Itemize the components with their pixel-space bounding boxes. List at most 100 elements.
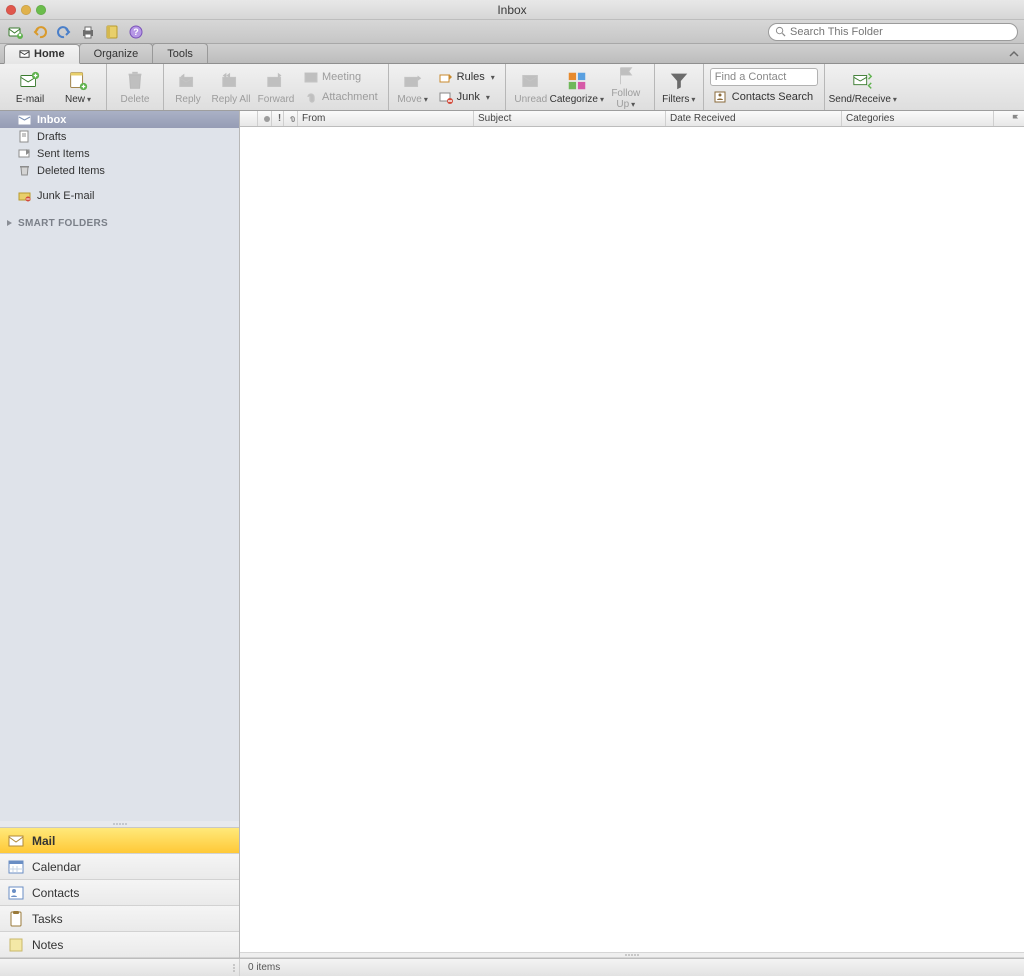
col-flag[interactable]	[994, 111, 1024, 126]
folder-sent[interactable]: Sent Items	[0, 145, 239, 162]
junk-icon	[439, 90, 453, 104]
disclosure-triangle-icon	[6, 219, 14, 227]
help-qat-button[interactable]: ?	[126, 23, 146, 41]
meeting-icon	[304, 70, 318, 84]
nav-contacts-label: Contacts	[32, 886, 79, 900]
junk-button-label: Junk	[457, 91, 480, 103]
ribbon-group-filter: Filters▾	[655, 64, 704, 110]
tab-home[interactable]: Home	[4, 44, 80, 64]
forward-icon	[265, 70, 287, 92]
folder-deleted-label: Deleted Items	[37, 165, 105, 177]
smart-folders-header[interactable]: SMART FOLDERS	[0, 214, 239, 232]
col-subject[interactable]: Subject	[474, 111, 666, 126]
contacts-search-button[interactable]: Contacts Search	[710, 88, 818, 106]
nav-tasks[interactable]: Tasks	[0, 906, 239, 932]
col-date-label: Date Received	[670, 113, 736, 124]
chevron-up-icon	[1009, 49, 1019, 59]
print-icon	[80, 24, 96, 40]
reply-all-button-label: Reply All	[212, 94, 251, 105]
undo-qat-button[interactable]	[30, 23, 50, 41]
unread-button[interactable]: Unread	[510, 66, 552, 108]
col-priority[interactable]: !	[272, 111, 284, 126]
folder-search-input[interactable]	[790, 26, 1011, 38]
window-controls	[6, 5, 46, 15]
tasks-nav-icon	[8, 911, 24, 927]
navigation-switcher: Mail Calendar Contacts Tasks Notes	[0, 827, 239, 958]
folder-search[interactable]	[768, 23, 1018, 41]
contacts-nav-icon	[8, 885, 24, 901]
categorize-button[interactable]: Categorize▾	[552, 66, 602, 108]
ribbon-group-tags: Unread Categorize▾ Follow Up▾	[506, 64, 655, 110]
nav-mail-label: Mail	[32, 834, 55, 848]
rules-button[interactable]: Rules ▾	[435, 68, 499, 86]
categorize-icon	[566, 70, 588, 92]
rules-icon	[439, 70, 453, 84]
chevron-down-icon: ▾	[491, 73, 495, 82]
trash-icon	[124, 70, 146, 92]
find-contact-input[interactable]: Find a Contact	[710, 68, 818, 86]
email-button[interactable]: E-mail	[6, 66, 54, 108]
folder-inbox[interactable]: Inbox	[0, 111, 239, 128]
nav-tasks-label: Tasks	[32, 912, 63, 926]
ribbon-tabbar: Home Organize Tools	[0, 44, 1024, 64]
sidebar-resize-grip[interactable]	[0, 959, 240, 976]
collapse-ribbon-button[interactable]	[1004, 45, 1024, 63]
nav-notes[interactable]: Notes	[0, 932, 239, 958]
reply-button[interactable]: Reply	[168, 66, 208, 108]
ribbon-group-new: E-mail New▾	[2, 64, 107, 110]
folder-inbox-label: Inbox	[37, 114, 66, 126]
reply-all-button[interactable]: Reply All	[208, 66, 254, 108]
send-receive-button[interactable]: Send/Receive▾	[829, 66, 897, 108]
rules-button-label: Rules	[457, 71, 485, 83]
send-receive-qat-button[interactable]	[6, 23, 26, 41]
col-read-status[interactable]	[258, 111, 272, 126]
nav-mail[interactable]: Mail	[0, 828, 239, 854]
folder-deleted[interactable]: Deleted Items	[0, 162, 239, 179]
reply-all-icon	[220, 70, 242, 92]
col-conversation[interactable]	[240, 111, 258, 126]
new-button[interactable]: New▾	[54, 66, 102, 108]
close-window-button[interactable]	[6, 5, 16, 15]
window-title: Inbox	[497, 3, 526, 17]
col-date[interactable]: Date Received	[666, 111, 842, 126]
message-preview-splitter[interactable]	[240, 952, 1024, 958]
col-attachment[interactable]	[284, 111, 298, 126]
folder-junk[interactable]: Junk E-mail	[0, 187, 239, 204]
filters-button[interactable]: Filters▾	[659, 66, 699, 108]
categorize-button-label: Categorize	[550, 94, 598, 105]
forward-button[interactable]: Forward	[254, 66, 298, 108]
svg-text:?: ?	[133, 27, 139, 37]
folder-sent-label: Sent Items	[37, 148, 90, 160]
help-icon: ?	[128, 24, 144, 40]
attachment-button[interactable]: Attachment	[300, 88, 382, 106]
ribbon-group-respond: Reply Reply All Forward Meeting Attachme…	[164, 64, 389, 110]
tab-tools-label: Tools	[167, 48, 193, 60]
col-categories[interactable]: Categories	[842, 111, 994, 126]
nav-calendar[interactable]: Calendar	[0, 854, 239, 880]
redo-qat-button[interactable]	[54, 23, 74, 41]
col-from-label: From	[302, 113, 325, 124]
col-subject-label: Subject	[478, 113, 511, 124]
deleted-icon	[18, 164, 31, 177]
notebook-icon	[104, 24, 120, 40]
status-bar: 0 items	[0, 958, 1024, 976]
contacts-search-icon	[714, 90, 728, 104]
move-button[interactable]: Move▾	[393, 66, 433, 108]
status-item-count: 0 items	[240, 962, 280, 973]
tab-tools[interactable]: Tools	[152, 43, 208, 63]
my-day-qat-button[interactable]	[102, 23, 122, 41]
message-list-body[interactable]	[240, 127, 1024, 952]
zoom-window-button[interactable]	[36, 5, 46, 15]
delete-button[interactable]: Delete	[111, 66, 159, 108]
junk-button[interactable]: Junk▾	[435, 88, 499, 106]
new-email-icon	[19, 70, 41, 92]
folder-drafts[interactable]: Drafts	[0, 128, 239, 145]
minimize-window-button[interactable]	[21, 5, 31, 15]
tab-organize[interactable]: Organize	[79, 43, 154, 63]
col-from[interactable]: From	[298, 111, 474, 126]
email-button-label: E-mail	[16, 94, 44, 105]
nav-contacts[interactable]: Contacts	[0, 880, 239, 906]
meeting-button[interactable]: Meeting	[300, 68, 382, 86]
print-qat-button[interactable]	[78, 23, 98, 41]
follow-up-button[interactable]: Follow Up▾	[602, 66, 650, 108]
